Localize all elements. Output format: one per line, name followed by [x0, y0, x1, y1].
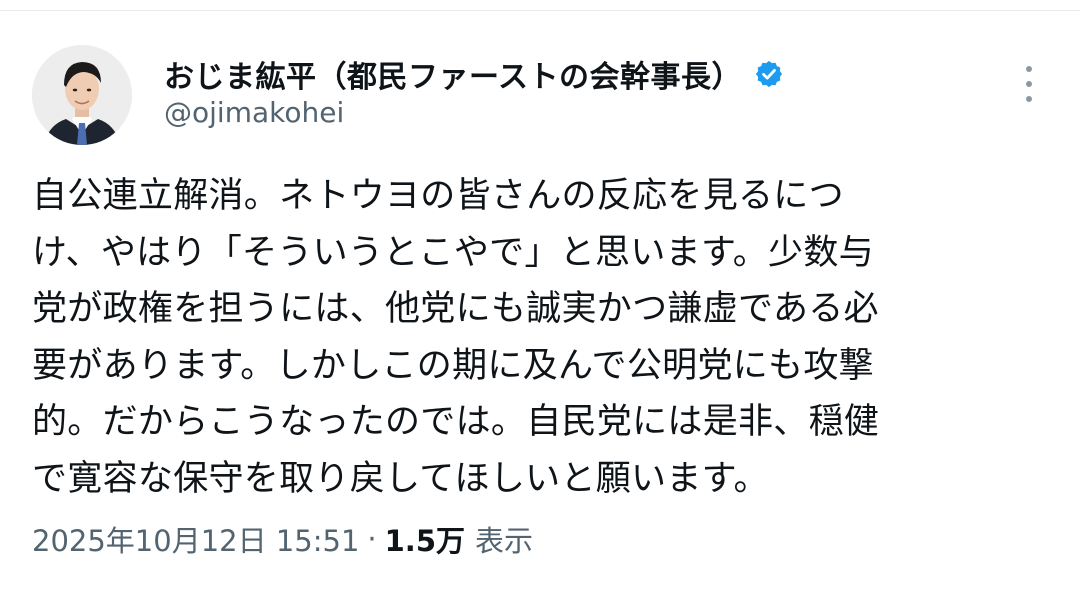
tweet-text-line: 的。だからこうなったのでは。自民党には是非、穏健	[32, 402, 880, 442]
author-avatar[interactable]	[32, 45, 132, 145]
tweet-text-line: 要があります。しかしこの期に及んで公明党にも攻撃	[32, 345, 874, 386]
tweet-text: 自公連立解消。ネトウヨの皆さんの反応を見るにつ け、やはり「そういうとこやで」と…	[32, 168, 1032, 507]
tweet-text-line: 自公連立解消。ネトウヨの皆さんの反応を見るにつ	[32, 176, 844, 216]
tweet-text-line: け、やはり「そういうとこやで」と思います。少数与	[32, 232, 874, 273]
more-options-button[interactable]	[1015, 66, 1043, 102]
author-display-name[interactable]: おじま紘平（都民ファーストの会幹事長）	[164, 52, 742, 96]
more-vertical-icon	[1026, 66, 1032, 72]
tweet-text-line: で寛容な保守を取り戻してほしいと願います。	[32, 458, 769, 499]
author-name-row: おじま紘平（都民ファーストの会幹事長）	[164, 50, 784, 98]
meta-separator: ·	[367, 522, 377, 556]
avatar-photo	[32, 45, 132, 145]
view-count-label: 表示	[475, 524, 534, 558]
author-handle[interactable]: @ojimakohei	[164, 96, 344, 129]
top-divider	[0, 0, 1080, 11]
view-count[interactable]: 1.5万	[385, 518, 465, 560]
verified-badge-icon	[754, 59, 784, 89]
tweet-timestamp[interactable]: 2025年10月12日 15:51	[32, 518, 359, 560]
tweet-text-line: 党が政権を担うには、他党にも誠実かつ謙虚である必	[32, 289, 879, 329]
tweet-meta: 2025年10月12日 15:51 · 1.5万 表示	[32, 517, 533, 561]
